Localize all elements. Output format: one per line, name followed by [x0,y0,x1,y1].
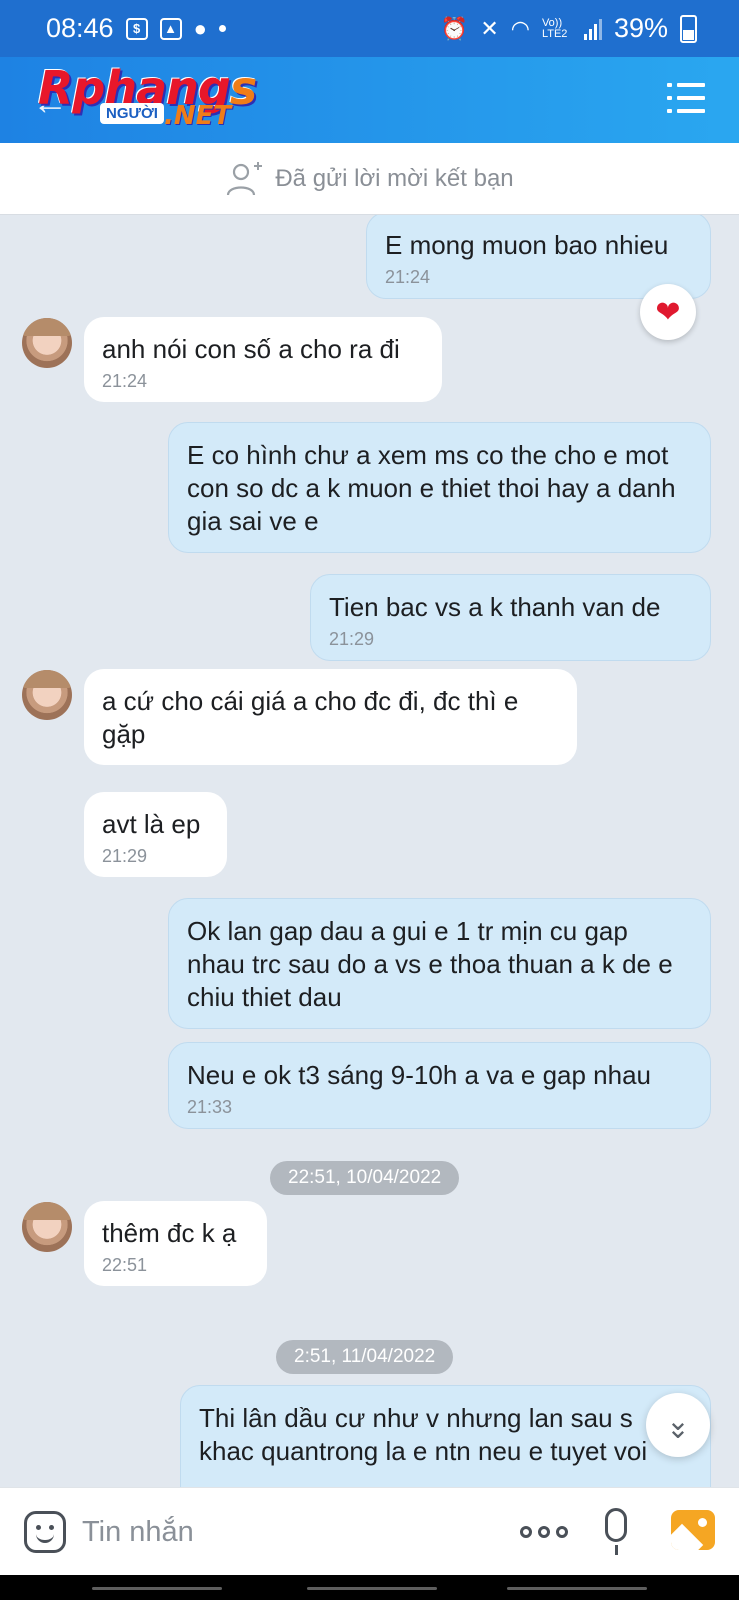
message-time: 21:29 [329,629,375,649]
mute-icon: ✕ [480,15,499,41]
more-options-icon[interactable] [520,1526,568,1538]
message-time: 21:24 [102,371,148,391]
status-time: 08:46 [46,13,114,43]
alarm-icon: ⏰ [440,15,469,41]
date-separator: 22:51, 10/04/2022 [270,1161,460,1195]
message-text: Neu e ok t3 sáng 9-10h a va e gap nhau [187,1060,652,1090]
emoji-icon[interactable] [24,1511,66,1553]
shopping-bag-icon: $ [125,17,148,40]
battery-icon [680,14,697,43]
message-time: 21:29 [102,846,148,866]
photo-icon[interactable] [671,1510,715,1550]
nav-home-handle[interactable] [307,1587,437,1590]
message-text: Ok lan gap dau a gui e 1 tr mịn cu gap n… [187,916,673,1012]
heart-reaction-icon[interactable]: ❤ [640,284,696,340]
message-text: a cứ cho cái giá a cho đc đi, đc thì e g… [102,686,519,749]
message-bubble-out[interactable]: Tien bac vs a k thanh van de 21:29 [310,574,711,661]
message-time: 21:24 [385,267,431,287]
app-header: ← Rphangs NGƯỜI .NET [0,57,739,143]
message-bubble-out[interactable]: E co hình chư a xem ms co the cho e mot … [168,422,711,553]
scroll-down-button[interactable]: ⌄ ⌄ [646,1393,710,1457]
gallery-icon: ▲ [159,17,182,40]
message-text: Tien bac vs a k thanh van de [329,592,661,622]
friend-request-text: Đã gửi lời mời kết bạn [275,164,514,192]
chevron-down-icon: ⌄ [666,1413,690,1444]
message-text: avt là ep [102,809,201,839]
wifi-icon: ◠ [510,15,530,41]
message-input-bar [0,1487,739,1575]
status-bar: 08:46 $ ▲ ● ⏰ ✕ ◠ Vo)) LTE2 39% [0,0,739,57]
message-bubble-out[interactable]: Thi lân dầu cư như v nhưng lan sau s kha… [180,1385,711,1487]
avatar[interactable] [22,1202,72,1252]
message-time: 22:51 [102,1255,148,1275]
date-separator: 2:51, 11/04/2022 [276,1340,454,1374]
message-text: E mong muon bao nhieu [385,230,669,260]
message-bubble-in[interactable]: thêm đc k ạ 22:51 [84,1201,267,1286]
battery-percent: 39% [613,13,668,43]
status-right: ⏰ ✕ ◠ Vo)) LTE2 39% [441,13,697,44]
logo-sub: NGƯỜI [100,103,164,124]
message-input[interactable] [82,1510,482,1554]
message-bubble-in[interactable]: anh nói con số a cho ra đi 21:24 [84,317,442,402]
message-text: E co hình chư a xem ms co the cho e mot … [187,440,676,536]
signal-icon [583,18,602,40]
message-bubble-out[interactable]: Ok lan gap dau a gui e 1 tr mịn cu gap n… [168,898,711,1029]
message-text: thêm đc k ạ [102,1218,237,1248]
friend-request-bar: Đã gửi lời mời kết bạn [0,143,739,215]
message-text: anh nói con số a cho ra đi [102,334,400,364]
menu-icon[interactable] [667,83,705,113]
microphone-icon[interactable] [605,1508,627,1555]
messenger-icon: ● [193,15,207,41]
logo-net: .NET [164,101,232,131]
message-text: Thi lân dầu cư như v nhưng lan sau s kha… [199,1403,648,1466]
message-bubble-in[interactable]: a cứ cho cái giá a cho đc đi, đc thì e g… [84,669,577,765]
logo-s: s [229,61,257,115]
message-bubble-in[interactable]: avt là ep 21:29 [84,792,227,877]
network-label: Vo)) LTE2 [541,16,568,40]
avatar[interactable] [22,318,72,368]
message-bubble-out[interactable]: Neu e ok t3 sáng 9-10h a va e gap nhau 2… [168,1042,711,1129]
chat-area[interactable]: E mong muon bao nhieu 21:24 ❤ anh nói co… [0,215,739,1487]
nav-back-handle[interactable] [507,1587,647,1590]
avatar[interactable] [22,670,72,720]
notification-dot-icon [218,25,226,32]
system-nav-bar [0,1575,739,1600]
nav-recent-handle[interactable] [92,1587,222,1590]
add-friend-icon [227,161,263,195]
message-time: 21:33 [187,1097,233,1117]
status-left: 08:46 $ ▲ ● [46,13,226,44]
